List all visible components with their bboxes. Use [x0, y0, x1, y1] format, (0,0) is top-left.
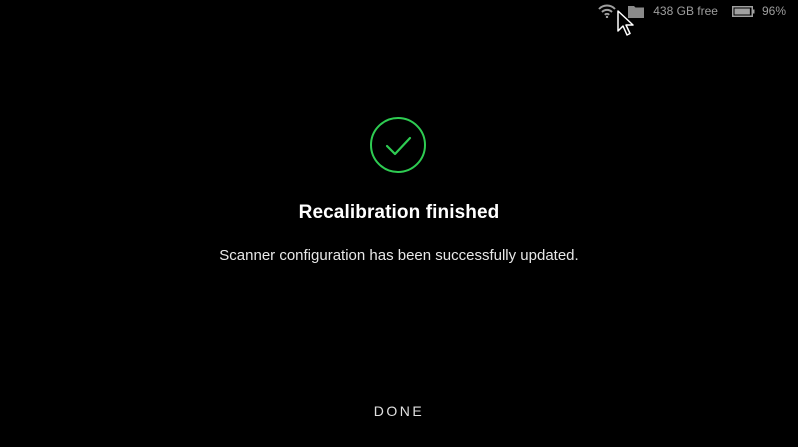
wifi-icon — [598, 4, 616, 18]
battery-fill — [734, 8, 750, 14]
dialog-title: Recalibration finished — [298, 202, 500, 223]
dialog-message: Scanner configuration has been successfu… — [219, 247, 579, 264]
battery-indicator: 96% — [731, 4, 786, 18]
battery-percent-text: 96% — [761, 4, 786, 18]
storage-free-text: 438 GB free — [653, 4, 718, 18]
mouse-cursor-icon — [617, 10, 634, 36]
battery-icon — [731, 5, 755, 17]
recalibration-screen: 438 GB free 96% Recalibration finished S… — [0, 0, 798, 447]
check-circle-icon — [370, 117, 426, 173]
storage-indicator: 438 GB free — [628, 4, 718, 18]
done-button[interactable]: DONE — [349, 394, 449, 428]
